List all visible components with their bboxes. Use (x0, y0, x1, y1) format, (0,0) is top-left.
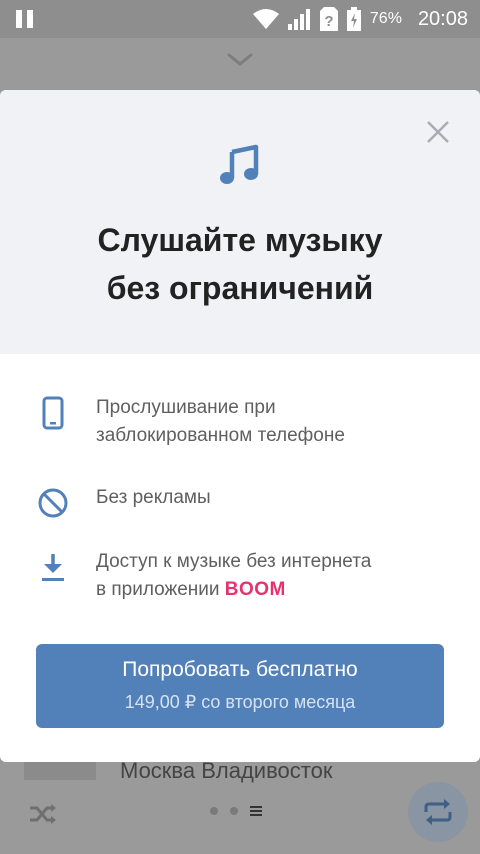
feature-line: Прослушивание при (96, 397, 276, 418)
feature-text: Без рекламы (96, 484, 446, 512)
try-free-button[interactable]: Попробовать бесплатно 149,00 ₽ со второг… (36, 644, 444, 728)
chevron-down-icon[interactable] (226, 52, 254, 68)
feature-line: заблокированном телефоне (96, 425, 345, 446)
repeat-icon (424, 799, 452, 825)
feature-line: Без рекламы (96, 487, 211, 508)
battery-percent: 76% (369, 10, 402, 27)
feature-locked-screen: Прослушивание при заблокированном телефо… (36, 394, 345, 446)
feature-line: Доступ к музыке без интернета (96, 551, 372, 572)
page-indicator (210, 806, 262, 816)
page-dot (230, 807, 238, 815)
status-indicators: ? 76% 20:08 (252, 6, 468, 32)
music-note-icon (220, 144, 259, 184)
svg-text:?: ? (324, 13, 333, 30)
list-icon (250, 806, 262, 816)
pause-icon (16, 10, 36, 28)
feature-text: Прослушивание при заблокированном телефо… (96, 394, 446, 450)
close-icon[interactable] (426, 120, 450, 144)
subscription-dialog: Слушайте музыку без ограничений Прослуши… (0, 90, 480, 762)
repeat-button[interactable] (408, 782, 468, 842)
no-sim-icon: ? (319, 7, 338, 31)
clock: 20:08 (417, 7, 468, 30)
price-sublabel: 149,00 ₽ со второго месяца (124, 692, 356, 712)
signal-icon (287, 9, 310, 30)
no-ads-icon (38, 488, 68, 518)
dialog-header: Слушайте музыку без ограничений (0, 90, 480, 354)
feature-line-prefix: в приложении (96, 579, 225, 600)
status-bar: ? 76% 20:08 (0, 0, 480, 38)
download-icon (42, 554, 64, 581)
shuffle-icon[interactable] (28, 802, 58, 826)
feature-offline: Доступ к музыке без интернета в приложен… (36, 548, 371, 600)
battery-icon (346, 7, 361, 31)
feature-text: Доступ к музыке без интернета в приложен… (96, 548, 446, 604)
title-line-1: Слушайте музыку (97, 222, 383, 258)
dialog-title: Слушайте музыку без ограничений (0, 216, 480, 312)
phone-icon (42, 396, 64, 430)
title-line-2: без ограничений (106, 270, 374, 306)
try-free-label: Попробовать бесплатно (122, 658, 358, 681)
feature-no-ads: Без рекламы (36, 484, 211, 520)
page-dot (210, 807, 218, 815)
boom-logo[interactable]: BOOM (225, 579, 286, 600)
wifi-icon (252, 9, 279, 29)
feature-line: в приложении BOOM (96, 576, 446, 604)
